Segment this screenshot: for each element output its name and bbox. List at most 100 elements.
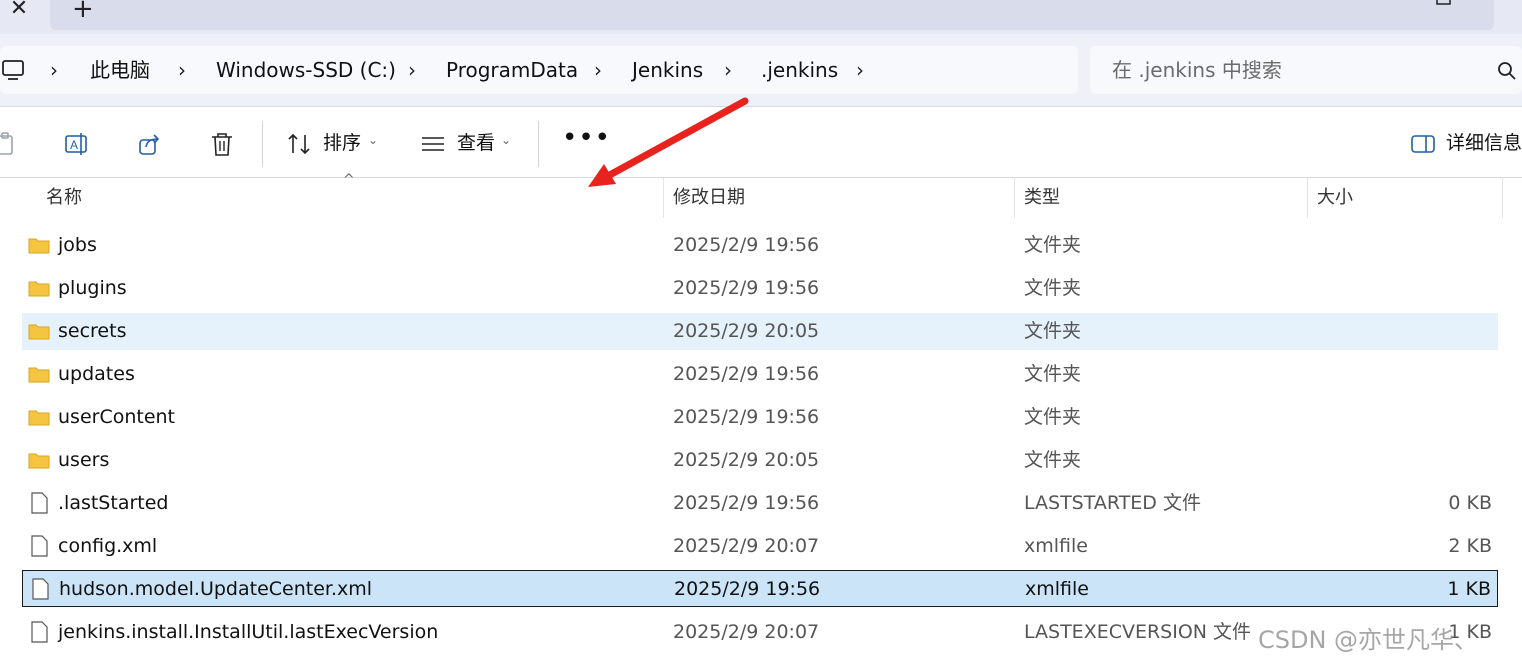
new-tab-button[interactable]: + [72,0,94,22]
column-header-size[interactable]: 大小 [1317,184,1353,212]
file-type: 文件夹 [1024,363,1082,385]
chevron-right-icon[interactable]: › [178,56,186,84]
file-date: 2025/2/9 19:56 [673,363,820,385]
file-row[interactable]: hudson.model.UpdateCenter.xml 2025/2/9 1… [22,570,1498,607]
chevron-right-icon[interactable]: › [50,56,58,84]
file-name: users [58,449,110,471]
column-header-date[interactable]: 修改日期 [673,184,745,212]
restore-window-icon[interactable] [1436,0,1452,6]
file-size: 2 KB [1448,535,1492,557]
file-type: 文件夹 [1024,234,1082,256]
file-date: 2025/2/9 19:56 [673,492,820,514]
file-row[interactable]: users 2025/2/9 20:05 文件夹 [22,442,1498,479]
column-header-name[interactable]: 名称 [46,184,82,212]
file-date: 2025/2/9 20:07 [673,621,820,643]
folder-icon [28,453,50,469]
chevron-right-icon[interactable]: › [724,56,732,84]
folder-icon [28,367,50,383]
file-type: 文件夹 [1024,277,1082,299]
search-icon[interactable] [1496,60,1518,82]
share-icon[interactable] [137,131,163,157]
file-name: secrets [58,320,127,342]
command-bar: A 排序 ⌄ 查看 ⌄ ••• 详细信息 [0,106,1522,178]
file-name: .lastStarted [58,492,169,514]
file-name: jobs [58,234,97,256]
file-name: updates [58,363,135,385]
breadcrumb[interactable]: › 此电脑 › Windows-SSD (C:) › ProgramData ›… [0,46,1078,94]
file-type: 文件夹 [1024,320,1082,342]
sort-ascending-icon: ^ [343,172,355,188]
file-type: LASTEXECVERSION 文件 [1024,621,1252,643]
file-type: xmlfile [1025,578,1089,600]
toolbar-separator [538,121,539,167]
chevron-right-icon[interactable]: › [856,56,864,84]
crumb-jenkins[interactable]: Jenkins [632,56,703,84]
file-row[interactable]: jobs 2025/2/9 19:56 文件夹 [22,227,1498,264]
file-row[interactable]: config.xml 2025/2/9 20:07 xmlfile 2 KB [22,528,1498,565]
file-type: LASTSTARTED 文件 [1024,492,1201,514]
file-row[interactable]: secrets 2025/2/9 20:05 文件夹 [22,313,1498,350]
file-row[interactable]: userContent 2025/2/9 19:56 文件夹 [22,399,1498,436]
file-name: userContent [58,406,176,428]
column-divider[interactable] [1307,178,1308,218]
crumb-drive[interactable]: Windows-SSD (C:) [216,56,396,84]
file-icon [31,492,48,514]
folder-icon [28,238,50,254]
column-header-type[interactable]: 类型 [1024,184,1060,212]
watermark: CSDN @亦世凡华、 [1258,626,1479,654]
file-size: 1 KB [1447,578,1491,600]
file-name: hudson.model.UpdateCenter.xml [59,578,373,600]
new-tab-area: + [50,0,1494,30]
delete-icon[interactable] [209,131,235,157]
view-button[interactable]: 查看 [457,129,495,157]
paste-icon[interactable] [0,131,18,157]
tab-strip: ✕ + [0,0,1522,34]
crumb-programdata[interactable]: ProgramData [446,56,578,84]
file-type: 文件夹 [1024,449,1082,471]
file-type: 文件夹 [1024,406,1082,428]
chevron-right-icon[interactable]: › [408,56,416,84]
chevron-down-icon: ⌄ [501,133,512,147]
chevron-down-icon: ⌄ [368,133,379,147]
file-date: 2025/2/9 19:56 [673,277,820,299]
column-divider[interactable] [1014,178,1015,218]
details-pane-icon[interactable] [1410,131,1436,157]
column-headers: ^ 名称 修改日期 类型 大小 [0,172,1522,218]
file-date: 2025/2/9 19:56 [673,406,820,428]
file-row[interactable]: updates 2025/2/9 19:56 文件夹 [22,356,1498,393]
pc-icon[interactable] [2,58,24,82]
file-row[interactable]: .lastStarted 2025/2/9 19:56 LASTSTARTED … [22,485,1498,522]
file-name: config.xml [58,535,158,557]
file-date: 2025/2/9 20:07 [673,535,820,557]
view-icon[interactable] [420,131,446,157]
toolbar-separator [262,121,263,167]
column-divider[interactable] [663,178,664,218]
file-name: jenkins.install.InstallUtil.lastExecVers… [58,621,439,643]
column-divider[interactable] [1502,178,1503,218]
details-button[interactable]: 详细信息 [1446,129,1522,157]
file-icon [31,621,48,643]
file-date: 2025/2/9 19:56 [674,578,821,600]
search-placeholder: 在 .jenkins 中搜索 [1112,58,1282,82]
svg-text:A: A [70,138,78,152]
crumb-this-pc[interactable]: 此电脑 [90,56,150,84]
sort-button[interactable]: 排序 [323,129,361,157]
file-type: xmlfile [1024,535,1088,557]
rename-icon[interactable]: A [64,131,90,157]
file-size: 0 KB [1448,492,1492,514]
chevron-right-icon[interactable]: › [594,56,602,84]
address-bar-row: › 此电脑 › Windows-SSD (C:) › ProgramData ›… [0,34,1522,106]
file-icon [32,578,49,600]
more-options-button[interactable]: ••• [562,123,611,153]
sort-icon[interactable] [286,131,312,157]
file-date: 2025/2/9 19:56 [673,234,820,256]
search-input[interactable]: 在 .jenkins 中搜索 [1090,46,1522,94]
file-name: plugins [58,277,127,299]
file-row[interactable]: plugins 2025/2/9 19:56 文件夹 [22,270,1498,307]
folder-icon [28,410,50,426]
crumb-dot-jenkins[interactable]: .jenkins [761,56,838,84]
close-tab-icon[interactable]: ✕ [6,0,32,22]
file-date: 2025/2/9 20:05 [673,320,820,342]
folder-icon [28,281,50,297]
file-date: 2025/2/9 20:05 [673,449,820,471]
